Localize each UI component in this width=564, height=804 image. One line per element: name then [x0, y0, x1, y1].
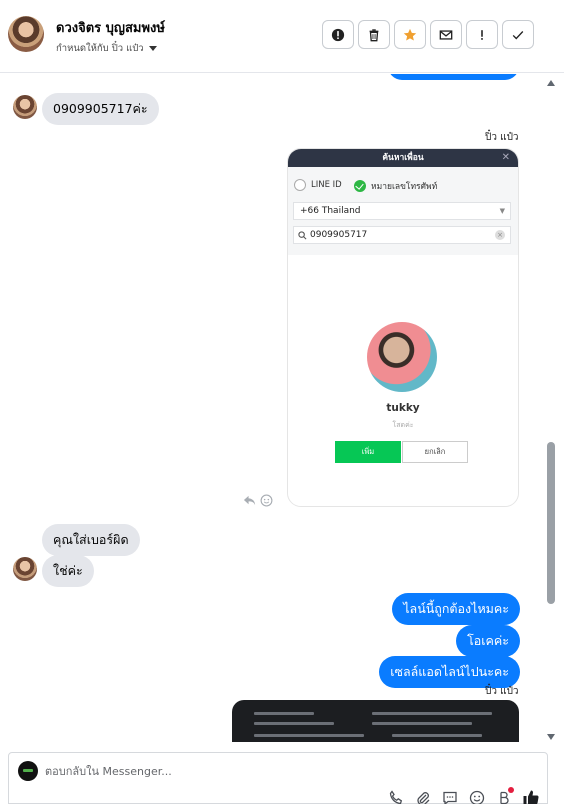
- radio-phone: หมายเลขโทรศัพท์: [354, 179, 437, 193]
- alert-circle-icon: [331, 28, 345, 41]
- profile-photo: [367, 322, 437, 392]
- line-screenshot-image[interactable]: ค้นหาเพื่อน ✕ LINE ID หมายเลขโทรศัพท์ +6…: [287, 148, 519, 507]
- outgoing-message[interactable]: โอเคค่ะ: [456, 625, 520, 657]
- scroll-down-arrow-icon[interactable]: [547, 734, 555, 740]
- outgoing-bubble-cutoff: [388, 74, 519, 80]
- radio-line-id-label: LINE ID: [311, 180, 342, 190]
- outgoing-message[interactable]: ไลน์นี้ถูกต้องไหมคะ: [392, 593, 520, 625]
- profile-name: tukky: [386, 402, 420, 414]
- message-list[interactable]: 0909905717ค่ะ ปิ๋ว แป๋ว ค้นหาเพื่อน ✕ LI…: [0, 74, 564, 742]
- radio-checked-icon: [354, 180, 366, 192]
- delete-button[interactable]: [358, 20, 390, 49]
- page-avatar: [18, 761, 38, 781]
- contact-small-avatar: [13, 95, 37, 119]
- attached-screenshot-image[interactable]: [232, 700, 519, 742]
- mark-spam-button[interactable]: [322, 20, 354, 49]
- check-icon: [512, 30, 524, 39]
- emoji-react-icon[interactable]: [260, 494, 273, 507]
- attachment-icon[interactable]: [415, 790, 431, 804]
- reply-input[interactable]: [45, 762, 515, 780]
- country-select: +66 Thailand ▼: [293, 202, 511, 220]
- search-result-panel: tukky โสดค่ะ เพิ่ม ยกเลิก: [288, 255, 518, 506]
- profile-status: โสดค่ะ: [392, 421, 414, 429]
- line-cancel-button: ยกเลิก: [402, 441, 468, 463]
- chevron-down-icon: ▼: [499, 207, 505, 215]
- close-icon: ✕: [501, 152, 510, 163]
- phone-icon[interactable]: [388, 790, 404, 804]
- sender-label: ปิ๋ว แป๋ว: [485, 132, 519, 143]
- conversation-header: ดวงจิตร บุญสมพงษ์ กำหนดให้กับ ปิ๋ว แป๋ว: [0, 0, 564, 73]
- phone-search-field: 0909905717 ×: [293, 226, 511, 244]
- contact-name[interactable]: ดวงจิตร บุญสมพงษ์: [56, 17, 165, 38]
- thumbs-up-icon[interactable]: [522, 788, 540, 804]
- follow-up-button[interactable]: [466, 20, 498, 49]
- mark-unread-button[interactable]: [430, 20, 462, 49]
- chat-scrollbar[interactable]: [546, 78, 556, 742]
- trash-icon: [369, 28, 379, 41]
- country-value: +66 Thailand: [300, 206, 361, 216]
- sender-label: ปิ๋ว แป๋ว: [485, 686, 519, 697]
- assignee-label: กำหนดให้กับ ปิ๋ว แป๋ว: [56, 43, 144, 54]
- search-icon: [298, 231, 307, 240]
- line-window-title-text: ค้นหาเพื่อน: [382, 153, 424, 163]
- scroll-thumb[interactable]: [547, 442, 555, 604]
- radio-line-id: LINE ID: [294, 179, 342, 191]
- message-actions: [243, 494, 273, 507]
- scroll-up-arrow-icon[interactable]: [547, 80, 555, 86]
- reply-composer: [8, 752, 548, 804]
- emoji-icon[interactable]: [469, 790, 485, 804]
- saved-replies-icon[interactable]: [442, 790, 458, 804]
- clear-icon: ×: [495, 230, 505, 240]
- contact-small-avatar: [13, 557, 37, 581]
- phone-search-value: 0909905717: [310, 230, 368, 240]
- line-window-title: ค้นหาเพื่อน ✕: [288, 149, 518, 167]
- radio-empty-icon: [294, 179, 306, 191]
- exclamation-icon: [481, 29, 483, 40]
- notification-dot: [508, 787, 514, 793]
- incoming-message[interactable]: คุณใส่เบอร์ผิด: [42, 524, 140, 556]
- caret-down-icon: [148, 46, 157, 51]
- reply-icon[interactable]: [243, 494, 256, 507]
- envelope-icon: [439, 29, 453, 40]
- incoming-message[interactable]: 0909905717ค่ะ: [42, 93, 159, 125]
- contact-avatar[interactable]: [8, 16, 44, 52]
- star-button[interactable]: [394, 20, 426, 49]
- incoming-message[interactable]: ใช่ค่ะ: [42, 555, 94, 587]
- mark-done-button[interactable]: [502, 20, 534, 49]
- radio-phone-label: หมายเลขโทรศัพท์: [371, 182, 438, 192]
- assignee-dropdown[interactable]: กำหนดให้กับ ปิ๋ว แป๋ว: [56, 41, 157, 56]
- star-icon: [403, 28, 417, 41]
- line-add-button: เพิ่ม: [335, 441, 401, 463]
